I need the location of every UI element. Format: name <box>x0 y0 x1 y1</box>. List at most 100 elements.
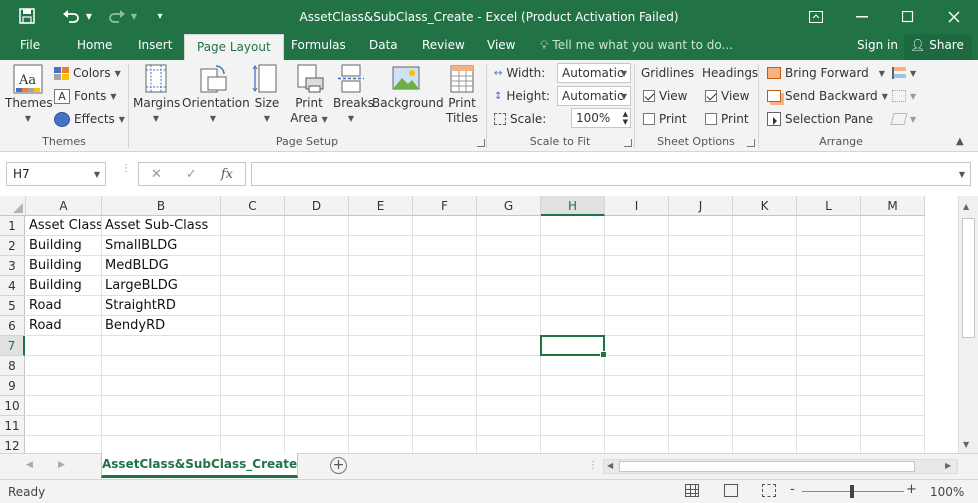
cell-j1[interactable] <box>669 216 733 236</box>
cell-e11[interactable] <box>349 416 413 436</box>
cell-a9[interactable] <box>26 376 102 396</box>
cell-k8[interactable] <box>733 356 797 376</box>
column-header-i[interactable]: I <box>605 196 669 216</box>
cell-i12[interactable] <box>605 436 669 453</box>
sign-in-link[interactable]: Sign in <box>857 38 898 52</box>
send-backward-button[interactable]: Send Backward ▼ <box>767 87 888 105</box>
tab-view[interactable]: View <box>487 38 515 52</box>
cell-m8[interactable] <box>861 356 925 376</box>
cell-l1[interactable] <box>797 216 861 236</box>
cell-k11[interactable] <box>733 416 797 436</box>
cell-c3[interactable] <box>221 256 285 276</box>
cancel-icon[interactable]: ✕ <box>151 167 162 182</box>
zoom-out-button[interactable]: - <box>790 482 795 497</box>
background-button[interactable]: Background <box>372 64 444 111</box>
cell-i3[interactable] <box>605 256 669 276</box>
cell-l6[interactable] <box>797 316 861 336</box>
tab-page-layout[interactable]: Page Layout <box>184 34 284 60</box>
cell-a7[interactable] <box>26 336 102 356</box>
cell-i2[interactable] <box>605 236 669 256</box>
cell-f1[interactable] <box>413 216 477 236</box>
cell-d10[interactable] <box>285 396 349 416</box>
chevron-down-icon[interactable]: ▼ <box>94 170 100 179</box>
cell-g2[interactable] <box>477 236 541 256</box>
cell-f12[interactable] <box>413 436 477 453</box>
cell-g1[interactable] <box>477 216 541 236</box>
cell-c10[interactable] <box>221 396 285 416</box>
breaks-button[interactable]: Breaks ▼ <box>333 64 374 126</box>
cell-a11[interactable] <box>26 416 102 436</box>
cell-d11[interactable] <box>285 416 349 436</box>
horizontal-scroll-thumb[interactable] <box>619 461 915 472</box>
column-header-e[interactable]: E <box>349 196 413 216</box>
enter-icon[interactable]: ✓ <box>186 167 197 182</box>
tab-home[interactable]: Home <box>77 38 112 52</box>
cell-j12[interactable] <box>669 436 733 453</box>
cell-a8[interactable] <box>26 356 102 376</box>
vertical-scrollbar[interactable]: ▲ ▼ <box>958 196 978 453</box>
scroll-left-icon[interactable]: ◀ <box>607 461 613 470</box>
cell-j2[interactable] <box>669 236 733 256</box>
cell-d2[interactable] <box>285 236 349 256</box>
cell-l7[interactable] <box>797 336 861 356</box>
share-button[interactable]: 👤︎ Share <box>904 34 972 60</box>
align-button[interactable]: ▼ <box>892 64 916 82</box>
cell-l12[interactable] <box>797 436 861 453</box>
row-header-5[interactable]: 5 <box>0 296 25 316</box>
cell-d4[interactable] <box>285 276 349 296</box>
cell-h11[interactable] <box>541 416 605 436</box>
column-header-a[interactable]: A <box>26 196 102 216</box>
row-header-4[interactable]: 4 <box>0 276 25 296</box>
row-header-10[interactable]: 10 <box>0 396 25 416</box>
cell-f11[interactable] <box>413 416 477 436</box>
cell-e5[interactable] <box>349 296 413 316</box>
cell-e1[interactable] <box>349 216 413 236</box>
cell-j8[interactable] <box>669 356 733 376</box>
select-all-corner[interactable] <box>0 196 26 216</box>
themes-button[interactable]: Aa Themes ▼ <box>5 64 53 126</box>
formula-input[interactable]: ▼ <box>251 162 971 186</box>
prev-sheet-icon[interactable]: ◀ <box>26 460 33 470</box>
cell-h12[interactable] <box>541 436 605 453</box>
cell-d1[interactable] <box>285 216 349 236</box>
headings-print-option[interactable]: Print <box>705 110 749 128</box>
name-box[interactable]: H7 ▼ <box>6 162 106 186</box>
cell-d3[interactable] <box>285 256 349 276</box>
cell-a6[interactable]: Road <box>26 316 102 336</box>
cell-e6[interactable] <box>349 316 413 336</box>
cell-l5[interactable] <box>797 296 861 316</box>
cell-c4[interactable] <box>221 276 285 296</box>
size-button[interactable]: Size ▼ <box>250 64 284 126</box>
orientation-button[interactable]: Orientation ▼ <box>182 64 250 126</box>
cell-c7[interactable] <box>221 336 285 356</box>
cell-g5[interactable] <box>477 296 541 316</box>
cell-m7[interactable] <box>861 336 925 356</box>
cell-m9[interactable] <box>861 376 925 396</box>
cell-g3[interactable] <box>477 256 541 276</box>
cell-b1[interactable]: Asset Sub-Class <box>102 216 221 236</box>
expand-formula-bar-icon[interactable]: ▼ <box>959 170 965 179</box>
column-header-k[interactable]: K <box>733 196 797 216</box>
effects-button[interactable]: Effects ▼ <box>54 110 125 128</box>
cell-f9[interactable] <box>413 376 477 396</box>
new-sheet-icon[interactable]: + <box>330 457 347 474</box>
headings-print-checkbox[interactable] <box>705 113 717 125</box>
cell-j4[interactable] <box>669 276 733 296</box>
cell-a12[interactable] <box>26 436 102 453</box>
row-header-9[interactable]: 9 <box>0 376 25 396</box>
cell-h5[interactable] <box>541 296 605 316</box>
scale-spinner[interactable]: 100% ▲ ▼ <box>571 108 631 128</box>
cell-b12[interactable] <box>102 436 221 453</box>
row-header-8[interactable]: 8 <box>0 356 25 376</box>
cell-a5[interactable]: Road <box>26 296 102 316</box>
cell-h6[interactable] <box>541 316 605 336</box>
cell-g12[interactable] <box>477 436 541 453</box>
scroll-down-icon[interactable]: ▼ <box>963 440 969 449</box>
cell-b2[interactable]: SmallBLDG <box>102 236 221 256</box>
headings-view-option[interactable]: View <box>705 87 749 105</box>
fonts-button[interactable]: A Fonts ▼ <box>54 87 117 105</box>
cell-b11[interactable] <box>102 416 221 436</box>
cell-a1[interactable]: Asset Class <box>26 216 102 236</box>
cell-i1[interactable] <box>605 216 669 236</box>
cell-m5[interactable] <box>861 296 925 316</box>
